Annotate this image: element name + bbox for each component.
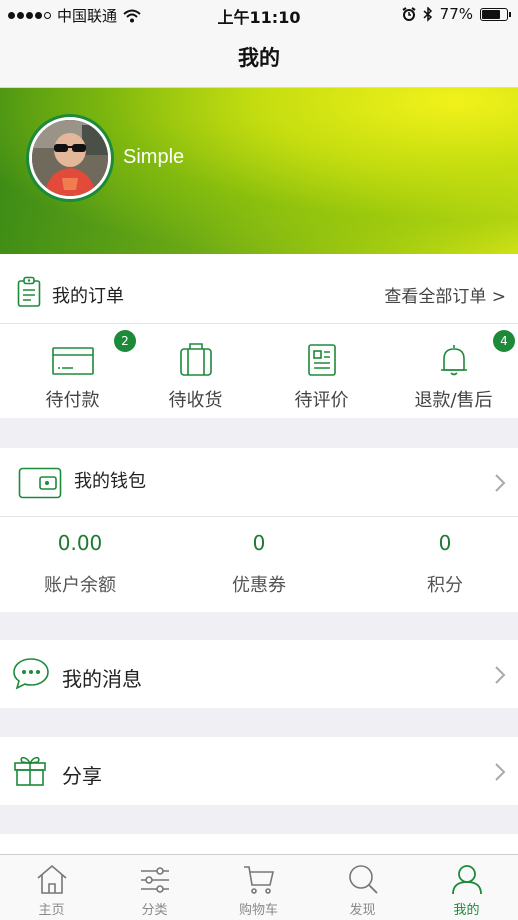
tab-discover[interactable]: 发现	[311, 855, 414, 920]
avatar[interactable]	[29, 117, 111, 199]
username[interactable]: Simple	[123, 146, 184, 169]
wallet-icon	[18, 467, 62, 499]
battery-icon	[480, 7, 511, 21]
tab-label: 我的	[453, 903, 480, 918]
order-item-label: 待付款	[45, 390, 100, 411]
wallet-title: 我的钱包	[74, 471, 146, 492]
badge-pending-payment: 2	[114, 330, 136, 352]
wallet-points[interactable]: 0 积分	[365, 531, 518, 597]
chevron-right-icon	[495, 474, 506, 492]
tab-cart[interactable]: 购物车	[207, 855, 310, 920]
page-title: 我的	[0, 28, 518, 88]
divider	[0, 323, 518, 324]
order-refund[interactable]: 退款/售后	[389, 342, 518, 412]
wallet-balance-label: 账户余额	[44, 575, 116, 596]
wallet-balance[interactable]: 0.00 账户余额	[0, 531, 160, 597]
order-pending-receipt[interactable]: 待收货	[131, 342, 260, 412]
chat-bubble-icon	[13, 658, 49, 690]
orders-title: 我的订单	[52, 286, 124, 307]
user-icon	[451, 865, 482, 895]
divider	[0, 516, 518, 517]
home-icon	[36, 864, 67, 894]
messages-title: 我的消息	[62, 667, 142, 691]
cart-icon	[243, 866, 274, 894]
chevron-right-icon	[495, 763, 506, 781]
chevron-right-icon	[495, 666, 506, 684]
tab-label: 购物车	[238, 903, 278, 918]
wallet-points-label: 积分	[427, 575, 463, 596]
search-icon	[348, 865, 378, 894]
tab-bar: 主页 分类 购物车 发现 我的	[0, 854, 518, 920]
tab-categories[interactable]: 分类	[103, 855, 206, 920]
wallet-row[interactable]: 我的钱包	[0, 448, 518, 516]
wallet-balance-value: 0.00	[57, 531, 103, 555]
tab-label: 发现	[349, 903, 376, 918]
order-pending-payment[interactable]: 待付款	[8, 342, 137, 412]
share-row[interactable]: 分享	[0, 737, 518, 805]
wallet-coupons-label: 优惠券	[232, 575, 286, 596]
alarm-icon	[402, 7, 416, 21]
wallet-coupons[interactable]: 0 优惠券	[179, 531, 339, 597]
messages-row[interactable]: 我的消息	[0, 640, 518, 708]
review-icon	[307, 344, 336, 376]
order-item-label: 退款/售后	[414, 390, 493, 411]
card-icon	[51, 347, 94, 375]
badge-refund: 4	[493, 330, 515, 352]
tab-home[interactable]: 主页	[0, 855, 103, 920]
clipboard-icon	[17, 276, 41, 307]
order-item-label: 待收货	[168, 390, 223, 411]
wallet-coupons-value: 0	[252, 531, 266, 555]
tab-me[interactable]: 我的	[415, 855, 518, 920]
sliders-icon	[140, 867, 169, 893]
battery-percent: 77%	[439, 5, 473, 23]
status-bar: 中国联通 上午11:10 77%	[0, 0, 518, 28]
tab-label: 分类	[141, 903, 168, 918]
share-title: 分享	[62, 764, 102, 788]
orders-section: 我的订单 查看全部订单 > 待付款 待收货 待评价 退款/售后 2 4	[0, 254, 518, 418]
next-row-partial	[0, 834, 518, 854]
wallet-section: 我的钱包 0.00 账户余额 0 优惠券 0 积分	[0, 448, 518, 612]
bell-icon	[440, 345, 467, 376]
bluetooth-icon	[423, 6, 432, 22]
order-pending-review[interactable]: 待评价	[257, 342, 386, 412]
box-icon	[179, 343, 212, 376]
gift-icon	[14, 756, 46, 786]
tab-label: 主页	[38, 903, 65, 918]
wallet-points-value: 0	[438, 531, 452, 555]
order-item-label: 待评价	[294, 390, 349, 411]
view-all-orders-link[interactable]: 查看全部订单 >	[384, 282, 506, 307]
profile-banner: Simple	[0, 88, 518, 254]
